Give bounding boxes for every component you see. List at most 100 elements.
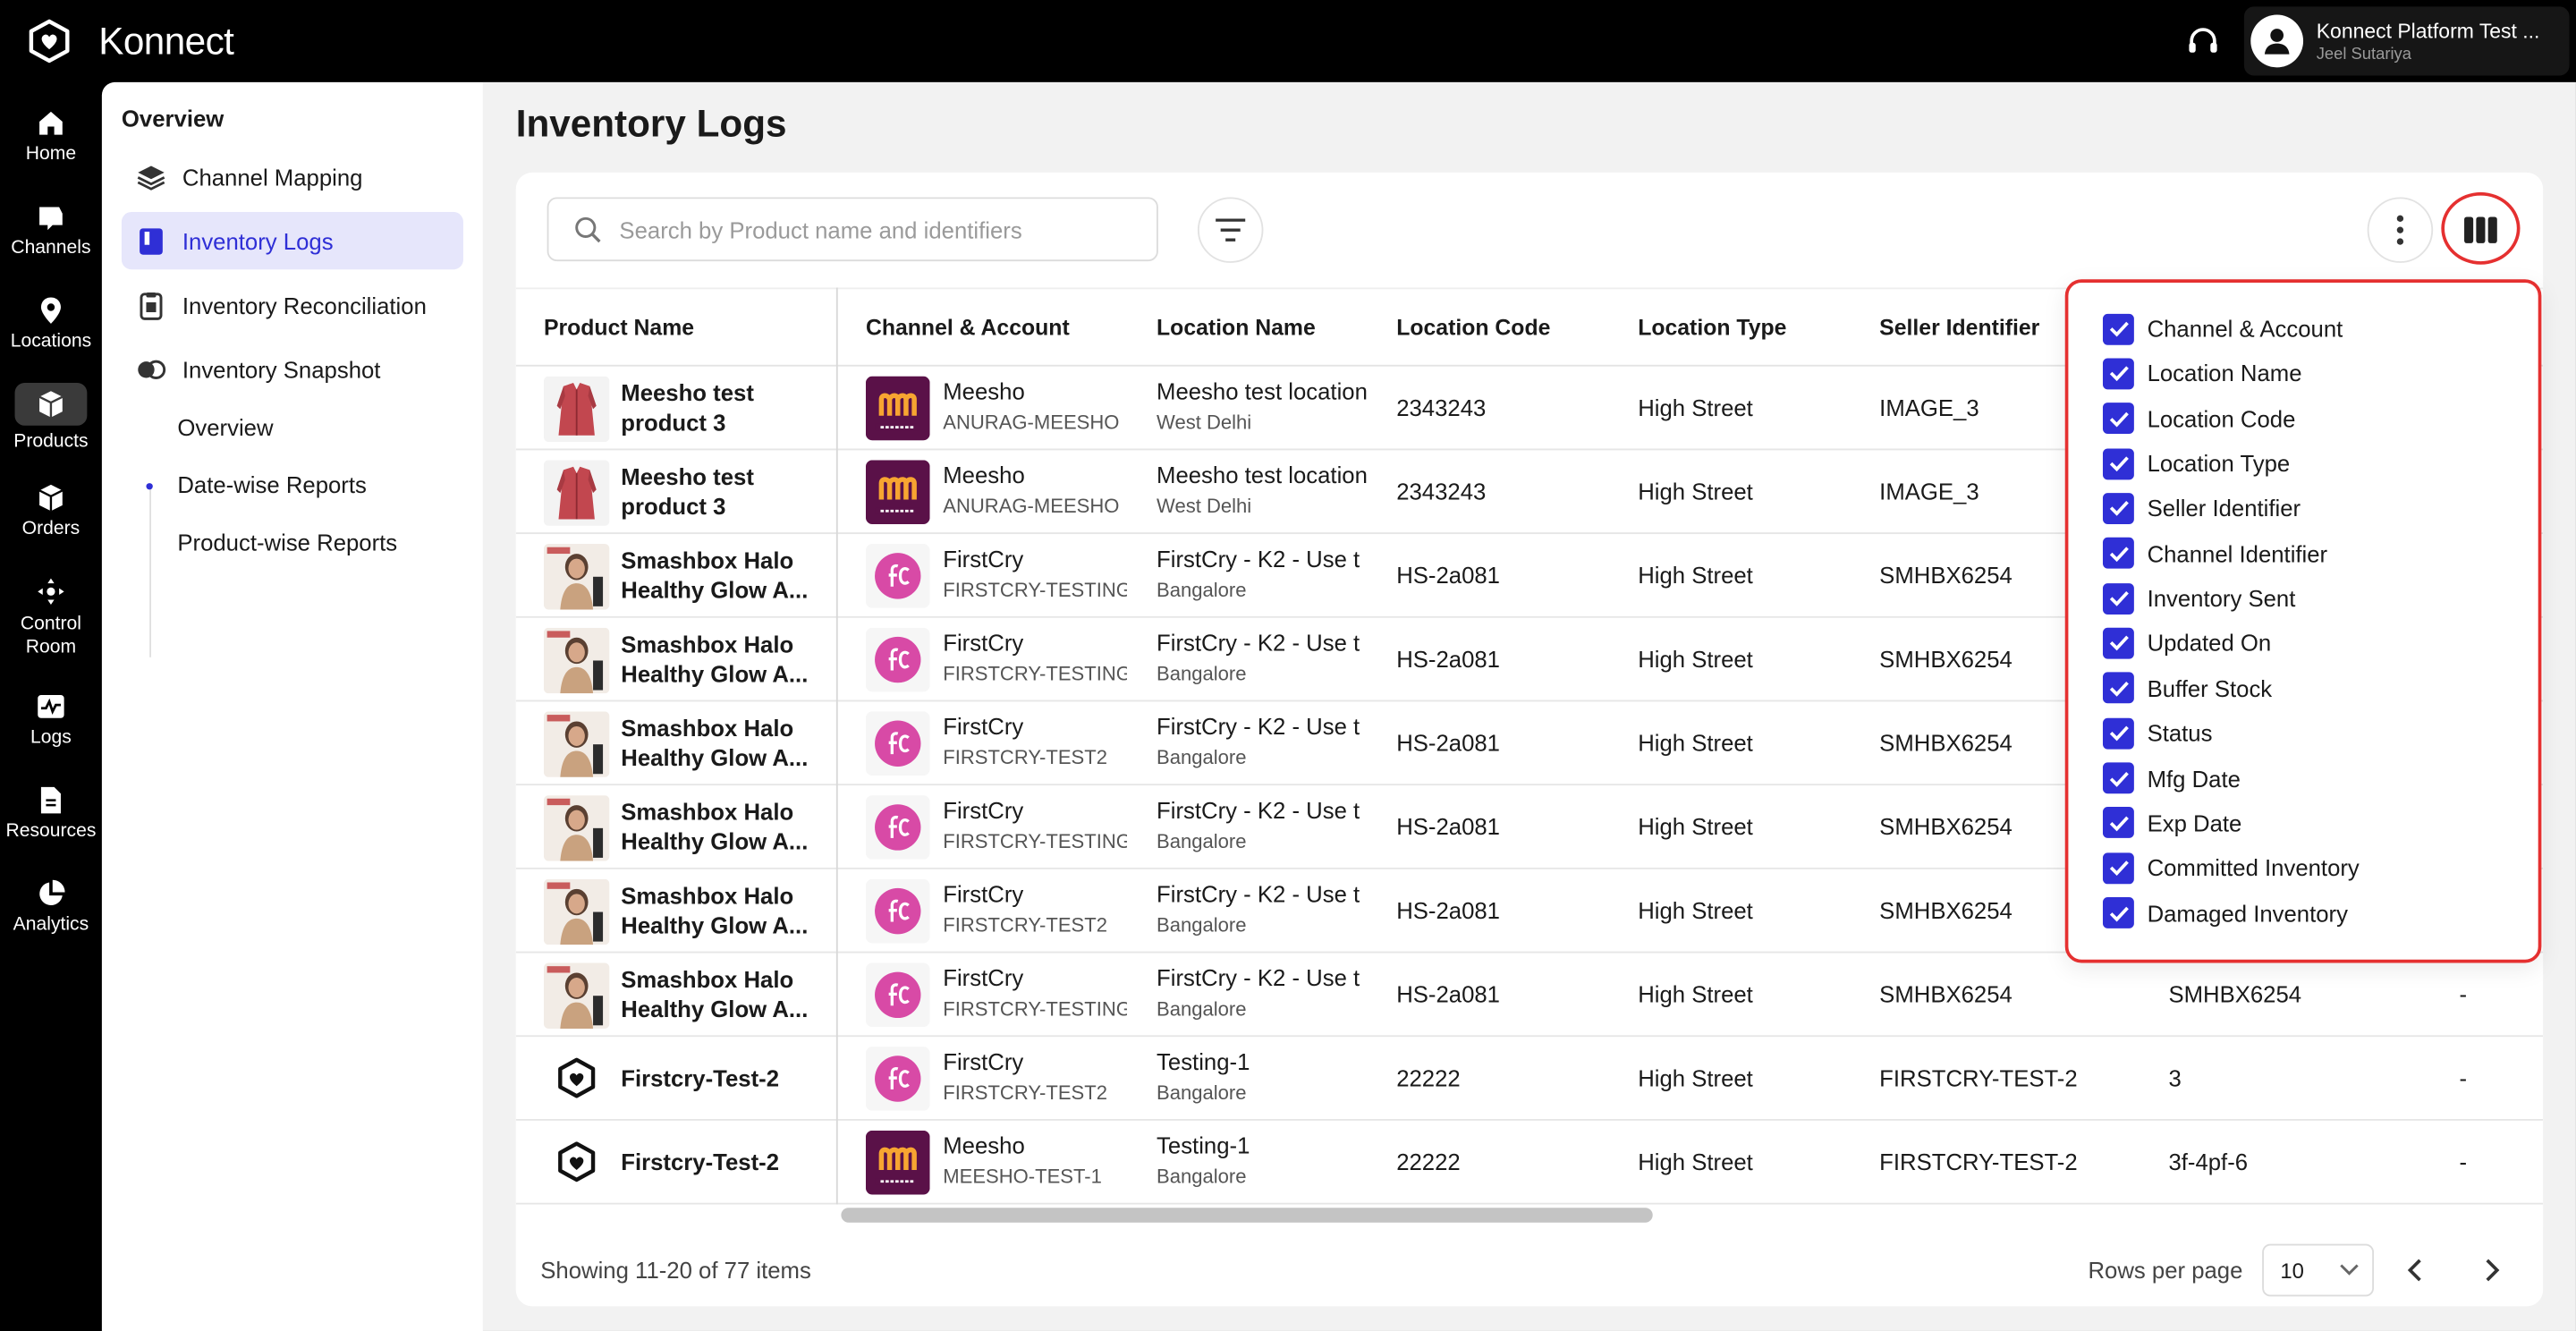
horizontal-scrollbar-thumb[interactable] bbox=[841, 1208, 1653, 1223]
more-options-button[interactable] bbox=[2367, 197, 2434, 263]
location-name: FirstCry - K2 - Use t bbox=[1157, 796, 1360, 824]
column-header-location-type[interactable]: Location Type bbox=[1638, 316, 1786, 341]
rail-item-orders[interactable]: Orders bbox=[0, 483, 102, 539]
column-checkbox[interactable] bbox=[2102, 403, 2134, 435]
column-option[interactable]: Buffer Stock bbox=[2102, 670, 2272, 706]
check-icon bbox=[2108, 321, 2128, 337]
column-checkbox[interactable] bbox=[2102, 672, 2134, 704]
product-name[interactable]: Smashbox Halo Healthy Glow A... bbox=[621, 881, 821, 940]
sidebar-subitem-product-wise-reports[interactable]: Product-wise Reports bbox=[177, 530, 397, 555]
rail-item-products[interactable]: Products bbox=[0, 383, 102, 452]
column-option[interactable]: Damaged Inventory bbox=[2102, 894, 2348, 930]
sidebar-heading[interactable]: Overview bbox=[122, 106, 224, 131]
product-name[interactable]: Smashbox Halo Healthy Glow A... bbox=[621, 546, 821, 605]
sidebar-item-channel-mapping[interactable]: Channel Mapping bbox=[122, 148, 463, 205]
sidebar-subitem-date-wise-reports[interactable]: Date-wise Reports bbox=[177, 471, 367, 497]
column-header-seller-identifier[interactable]: Seller Identifier bbox=[1879, 316, 2039, 341]
product-name[interactable]: Firstcry-Test-2 bbox=[621, 1064, 821, 1093]
column-checkbox[interactable] bbox=[2102, 627, 2134, 659]
column-checkbox[interactable] bbox=[2102, 358, 2134, 390]
sidebar-item-inventory-snapshot[interactable]: Inventory Snapshot bbox=[122, 340, 463, 397]
rail-label: Analytics bbox=[13, 915, 89, 936]
column-checkbox[interactable] bbox=[2102, 312, 2134, 344]
column-checkbox[interactable] bbox=[2102, 538, 2134, 570]
location-name: Testing-1 bbox=[1157, 1132, 1250, 1159]
table-row[interactable]: Firstcry-Test-2 Meesho MEESHO-TEST-1 Testin… bbox=[515, 1121, 2544, 1205]
product-name[interactable]: Meesho test product 3 bbox=[621, 462, 821, 521]
product-name[interactable]: Meesho test product 3 bbox=[621, 378, 821, 437]
column-option[interactable]: Location Code bbox=[2102, 401, 2295, 437]
column-header-location-name[interactable]: Location Name bbox=[1157, 316, 1316, 341]
sidebar-tree-dot bbox=[146, 483, 153, 490]
column-option[interactable]: Inventory Sent bbox=[2102, 581, 2295, 616]
column-option[interactable]: Status bbox=[2102, 715, 2212, 750]
sidebar-subitem-overview[interactable]: Overview bbox=[177, 414, 273, 440]
filter-button[interactable] bbox=[1197, 197, 1264, 263]
column-header-product-name[interactable]: Product Name bbox=[544, 316, 694, 341]
column-option[interactable]: Seller Identifier bbox=[2102, 490, 2301, 526]
check-icon bbox=[2108, 771, 2128, 786]
column-option[interactable]: Channel & Account bbox=[2102, 310, 2343, 346]
next-page-button[interactable] bbox=[2472, 1250, 2512, 1290]
sidebar-item-inventory-logs[interactable]: Inventory Logs bbox=[121, 211, 463, 270]
column-option[interactable]: Location Name bbox=[2102, 355, 2302, 391]
columns-icon bbox=[2464, 216, 2497, 243]
column-checkbox[interactable] bbox=[2102, 582, 2134, 615]
rail-label: Orders bbox=[21, 519, 80, 539]
product-name[interactable]: Smashbox Halo Healthy Glow A... bbox=[621, 964, 821, 1023]
meesho-logo-icon bbox=[865, 376, 930, 441]
location-code: HS-2a081 bbox=[1396, 562, 1500, 589]
product-name[interactable]: Firstcry-Test-2 bbox=[621, 1147, 821, 1176]
table-row[interactable]: Smashbox Halo Healthy Glow A... FirstCry F… bbox=[515, 953, 2544, 1038]
rail-item-analytics[interactable]: Analytics bbox=[0, 879, 102, 935]
product-name[interactable]: Smashbox Halo Healthy Glow A... bbox=[621, 713, 821, 772]
column-visibility-panel: Channel & Account Location Name Location C… bbox=[2064, 279, 2542, 963]
product-name[interactable]: Smashbox Halo Healthy Glow A... bbox=[621, 797, 821, 856]
location-name: FirstCry - K2 - Use t bbox=[1157, 964, 1360, 991]
book-icon bbox=[140, 227, 163, 254]
rail-item-home[interactable]: Home bbox=[0, 108, 102, 165]
brand-logo[interactable]: Konnect bbox=[26, 18, 234, 64]
firstcry-logo-icon bbox=[865, 795, 930, 860]
column-option[interactable]: Updated On bbox=[2102, 625, 2271, 661]
column-option[interactable]: Exp Date bbox=[2102, 805, 2241, 841]
user-menu[interactable]: Konnect Platform Test ... Jeel Sutariya bbox=[2243, 6, 2570, 76]
columns-button[interactable] bbox=[2448, 197, 2513, 262]
column-checkbox[interactable] bbox=[2102, 717, 2134, 750]
check-icon bbox=[2108, 905, 2128, 921]
search-input[interactable] bbox=[619, 216, 1113, 242]
column-checkbox[interactable] bbox=[2102, 447, 2134, 479]
rail-item-resources[interactable]: Resources bbox=[0, 785, 102, 842]
sidebar-item-label: Inventory Reconciliation bbox=[182, 292, 427, 318]
rail-item-channels[interactable]: Channels bbox=[0, 202, 102, 258]
table-row[interactable]: Firstcry-Test-2 FirstCry FIRSTCRY-TEST2 Tes… bbox=[515, 1037, 2544, 1121]
location-city: Bangalore bbox=[1157, 1165, 1247, 1189]
column-checkbox[interactable] bbox=[2102, 492, 2134, 524]
column-checkbox[interactable] bbox=[2102, 897, 2134, 928]
column-option[interactable]: Mfg Date bbox=[2102, 760, 2241, 796]
support-headset-icon[interactable] bbox=[2185, 23, 2221, 59]
product-name[interactable]: Smashbox Halo Healthy Glow A... bbox=[621, 630, 821, 689]
rail-item-control-room[interactable]: Control Room bbox=[0, 577, 102, 659]
column-checkbox[interactable] bbox=[2102, 762, 2134, 794]
previous-page-button[interactable] bbox=[2395, 1250, 2435, 1290]
rail-item-logs[interactable]: Logs bbox=[0, 691, 102, 748]
rows-per-page-select[interactable]: 10 bbox=[2262, 1243, 2375, 1297]
column-checkbox[interactable] bbox=[2102, 852, 2134, 884]
column-checkbox[interactable] bbox=[2102, 807, 2134, 839]
sticky-column-divider bbox=[835, 287, 838, 1208]
column-header-location-code[interactable]: Location Code bbox=[1396, 316, 1550, 341]
product-thumbnail bbox=[543, 460, 610, 526]
chevron-down-icon bbox=[2340, 1264, 2359, 1276]
channel-logo bbox=[865, 795, 930, 860]
column-option[interactable]: Committed Inventory bbox=[2102, 850, 2360, 886]
channel-name: FirstCry bbox=[943, 880, 1024, 908]
rail-item-locations[interactable]: Locations bbox=[0, 296, 102, 352]
search-box[interactable] bbox=[547, 197, 1158, 262]
brand-name: Konnect bbox=[98, 19, 234, 62]
column-option[interactable]: Channel Identifier bbox=[2102, 535, 2327, 571]
column-header-channel-account[interactable]: Channel & Account bbox=[866, 316, 1070, 341]
column-option[interactable]: Location Type bbox=[2102, 445, 2290, 481]
sidebar-item-inventory-reconciliation[interactable]: Inventory Reconciliation bbox=[122, 276, 463, 334]
user-name: Jeel Sutariya bbox=[2316, 45, 2411, 64]
